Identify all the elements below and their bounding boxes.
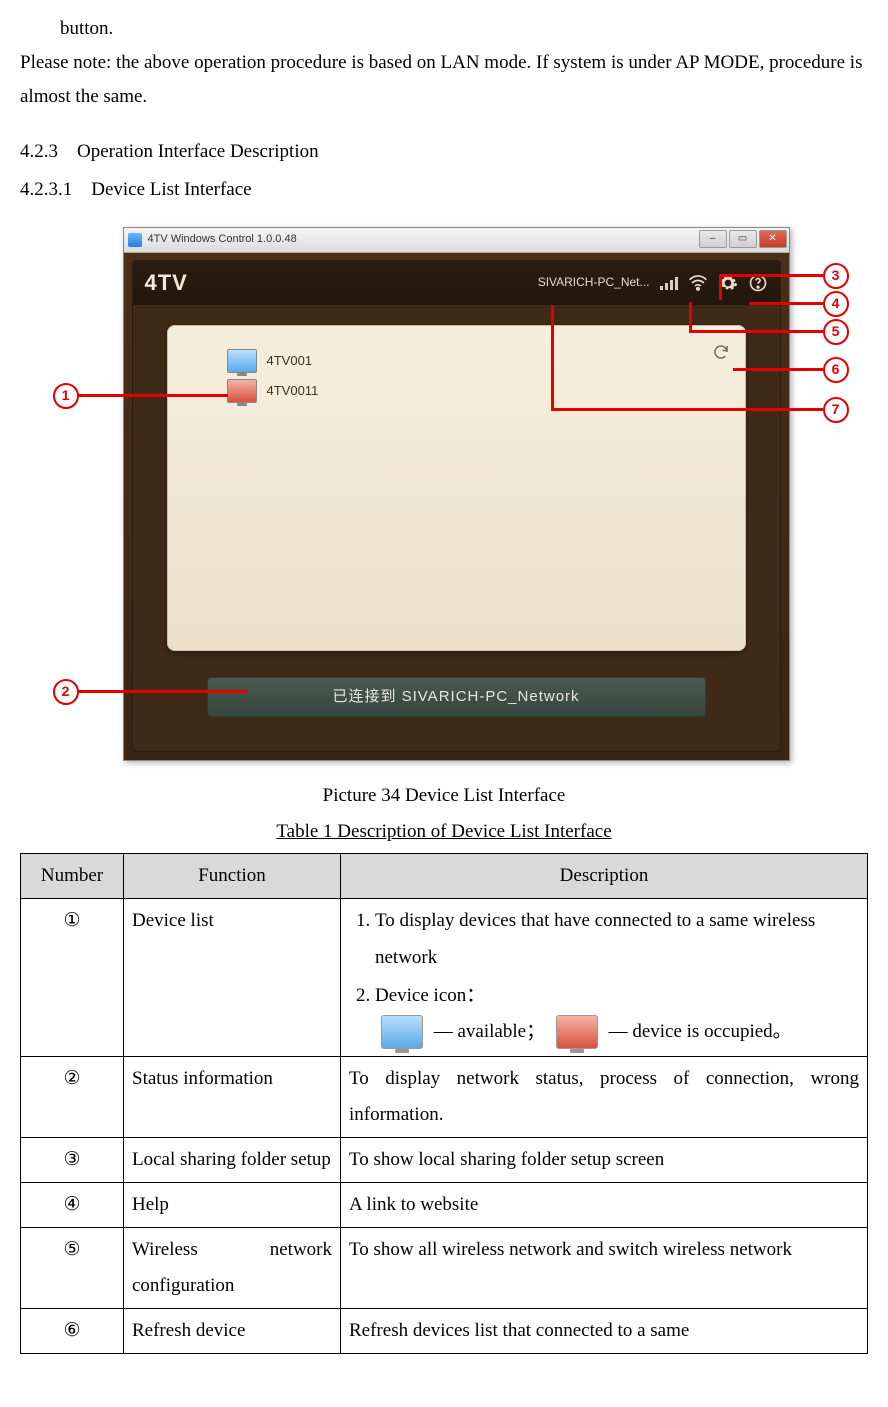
callout-line	[689, 302, 692, 332]
cell-description: A link to website	[341, 1183, 868, 1228]
callout-line	[719, 274, 722, 300]
device-name: 4TV0011	[267, 379, 319, 402]
cell-function: Help	[124, 1183, 341, 1228]
desc-item: To display devices that have connected t…	[375, 903, 859, 975]
cell-number: ③	[21, 1137, 124, 1182]
callout-line	[551, 305, 554, 410]
cell-number: ①	[21, 899, 124, 1056]
device-available-icon	[381, 1015, 423, 1049]
cell-function: Wireless network configuration	[124, 1228, 341, 1309]
callout-6: 6	[823, 357, 849, 383]
cell-function: Status information	[124, 1056, 341, 1137]
heading-4-2-3-1: 4.2.3.1 Device List Interface	[20, 173, 868, 207]
heading-4-2-3: 4.2.3 Operation Interface Description	[20, 135, 868, 169]
cell-function: Device list	[124, 899, 341, 1056]
device-name: 4TV001	[267, 349, 313, 372]
th-description: Description	[341, 854, 868, 899]
device-row[interactable]: 4TV0011	[167, 373, 746, 403]
app-body: 4TV SIVARICH-PC_Net...	[132, 260, 781, 752]
window-title: 4TV Windows Control 1.0.0.48	[148, 230, 297, 250]
callout-line	[78, 690, 248, 693]
cell-function: Local sharing folder setup	[124, 1137, 341, 1182]
cell-number: ⑤	[21, 1228, 124, 1309]
callout-line	[749, 302, 823, 305]
figure-device-list: 4TV Windows Control 1.0.0.48 – ▭ ✕ 4TV S…	[123, 227, 788, 759]
callout-7: 7	[823, 397, 849, 423]
table-row: ⑥ Refresh device Refresh devices list th…	[21, 1309, 868, 1354]
desc-item: Device icon： — available； — device is oc…	[375, 978, 859, 1050]
status-bar: 已连接到 SIVARICH-PC_Network	[207, 677, 706, 717]
signal-icon	[660, 276, 678, 290]
window-min-button[interactable]: –	[699, 230, 727, 248]
callout-line	[78, 394, 228, 397]
cell-description: To display devices that have connected t…	[341, 899, 868, 1056]
cell-function: Refresh device	[124, 1309, 341, 1354]
th-number: Number	[21, 854, 124, 899]
ssid-label: SIVARICH-PC_Net...	[538, 272, 650, 294]
device-occupied-icon	[556, 1015, 598, 1049]
table-row: ④ Help A link to website	[21, 1183, 868, 1228]
th-function: Function	[124, 854, 341, 899]
wifi-config-icon[interactable]	[688, 273, 708, 293]
desc-text: Device icon：	[375, 985, 485, 1006]
cell-number: ②	[21, 1056, 124, 1137]
table-row: ③ Local sharing folder setup To show loc…	[21, 1137, 868, 1182]
callout-5: 5	[823, 319, 849, 345]
app-topbar: 4TV SIVARICH-PC_Net...	[133, 261, 780, 305]
cell-number: ④	[21, 1183, 124, 1228]
cell-number: ⑥	[21, 1309, 124, 1354]
app-icon	[128, 233, 142, 247]
callout-3: 3	[823, 263, 849, 289]
device-available-icon	[227, 349, 257, 373]
callout-line	[689, 330, 823, 333]
description-table: Number Function Description ① Device lis…	[20, 853, 868, 1354]
table-caption: Table 1 Description of Device List Inter…	[20, 815, 868, 849]
table-row: ⑤ Wireless network configuration To show…	[21, 1228, 868, 1309]
note-paragraph: Please note: the above operation procedu…	[20, 46, 868, 114]
desc-text: — available；	[434, 1021, 550, 1042]
table-row: ① Device list To display devices that ha…	[21, 899, 868, 1056]
device-row[interactable]: 4TV001	[167, 343, 746, 373]
callout-line	[551, 408, 823, 411]
callout-line	[733, 368, 823, 371]
figure-caption: Picture 34 Device List Interface	[20, 779, 868, 813]
prev-line: button.	[20, 12, 868, 46]
window-close-button[interactable]: ✕	[759, 230, 787, 248]
callout-2: 2	[53, 679, 79, 705]
refresh-icon[interactable]	[712, 339, 730, 357]
callout-4: 4	[823, 291, 849, 317]
callout-line	[719, 274, 823, 277]
device-list-panel: 4TV001 4TV0011	[167, 325, 746, 651]
window-titlebar: 4TV Windows Control 1.0.0.48 – ▭ ✕	[124, 228, 789, 253]
cell-description: To display network status, process of co…	[341, 1056, 868, 1137]
cell-description: To show all wireless network and switch …	[341, 1228, 868, 1309]
device-occupied-icon	[227, 379, 257, 403]
table-row: ② Status information To display network …	[21, 1056, 868, 1137]
callout-1: 1	[53, 383, 79, 409]
cell-description: Refresh devices list that connected to a…	[341, 1309, 868, 1354]
cell-description: To show local sharing folder setup scree…	[341, 1137, 868, 1182]
desc-text: — device is occupied。	[609, 1021, 792, 1042]
window-max-button[interactable]: ▭	[729, 230, 757, 248]
app-logo: 4TV	[145, 263, 188, 303]
